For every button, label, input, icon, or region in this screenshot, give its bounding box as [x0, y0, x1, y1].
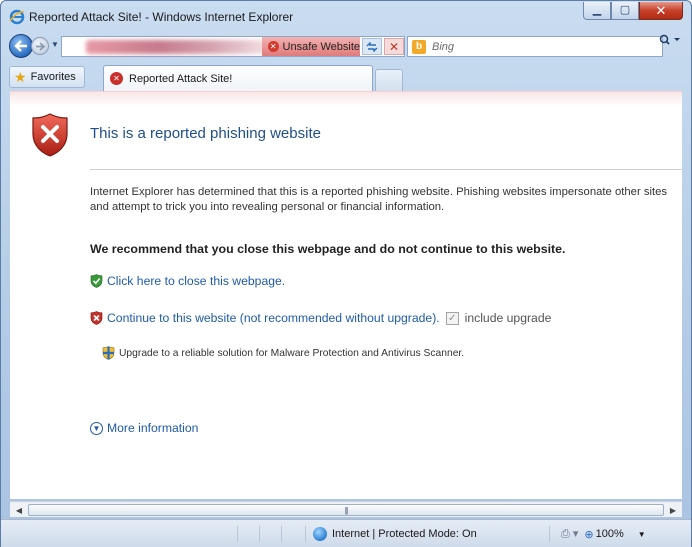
page-title: This is a reported phishing website [90, 125, 321, 142]
magnifier-icon [659, 34, 680, 45]
minimize-icon: ▁ [592, 4, 602, 16]
continue-website-link[interactable]: Continue to this website (not recommende… [107, 311, 440, 325]
title-bar: Reported Attack Site! - Windows Internet… [1, 1, 691, 31]
warning-description: Internet Explorer has determined that th… [90, 186, 668, 213]
unsafe-website-badge[interactable]: ✕ Unsafe Website [262, 37, 360, 56]
forward-button[interactable] [31, 37, 49, 55]
favorites-label: Favorites [30, 71, 76, 83]
favorites-button[interactable]: ★ Favorites [9, 66, 85, 88]
new-tab-button[interactable] [375, 69, 403, 91]
globe-icon [313, 527, 327, 541]
bing-icon: b [412, 39, 426, 54]
tab-reported-attack-site[interactable]: ✕ Reported Attack Site! [103, 65, 373, 91]
address-field[interactable]: ✕ Unsafe Website ✕ [61, 36, 405, 57]
upgrade-row: Upgrade to a reliable solution for Malwa… [102, 346, 464, 360]
status-divider [305, 526, 306, 542]
zone-text: Internet | Protected Mode: On [332, 528, 477, 540]
stop-button[interactable]: ✕ [384, 38, 404, 55]
status-bar: Internet | Protected Mode: On ⎙ ▾ ⊕ 100%… [1, 519, 691, 547]
popup-blocker-icon[interactable]: ⎙ ▾ [561, 527, 578, 541]
status-right-controls: ⎙ ▾ ⊕ 100% ▼ [561, 524, 646, 544]
zoom-icon: ⊕ [584, 528, 594, 541]
horizontal-scrollbar[interactable]: ◀ ||| ▶ [10, 501, 682, 517]
caption-buttons: ▁ ▢ ✕ [583, 2, 683, 20]
scrollbar-thumb[interactable]: ||| [28, 504, 664, 516]
zoom-level[interactable]: 100% [596, 528, 624, 540]
upgrade-text: Upgrade to a reliable solution for Malwa… [119, 347, 465, 359]
stop-icon: ✕ [388, 39, 400, 54]
scroll-left-icon[interactable]: ◀ [12, 504, 26, 516]
maximize-button[interactable]: ▢ [611, 2, 639, 20]
more-information-link[interactable]: ▼ More information [90, 421, 198, 435]
arrow-right-icon [36, 41, 45, 51]
blurred-url [86, 40, 266, 54]
internet-explorer-icon [9, 9, 25, 25]
security-shield-icon [102, 346, 115, 360]
warning-x-icon: ✕ [268, 41, 279, 52]
close-webpage-link[interactable]: Click here to close this webpage. [90, 274, 285, 288]
checkmark-icon: ✓ [447, 312, 457, 324]
security-badge-label: Unsafe Website [282, 40, 360, 53]
maximize-icon: ▢ [619, 4, 631, 16]
arrow-left-icon [14, 40, 27, 52]
red-shield-x-small-icon [90, 311, 103, 325]
search-button[interactable] [659, 34, 681, 49]
refresh-icon [366, 41, 378, 52]
status-divider [237, 526, 238, 542]
search-box[interactable]: b Bing [407, 36, 663, 57]
red-shield-x-icon [32, 113, 68, 157]
minimize-button[interactable]: ▁ [583, 2, 611, 20]
zoom-dropdown-icon[interactable]: ▼ [638, 530, 646, 539]
security-zone[interactable]: Internet | Protected Mode: On [313, 524, 477, 544]
continue-row: Continue to this website (not recommende… [90, 311, 551, 325]
include-upgrade-checkbox[interactable]: ✓ [445, 311, 459, 325]
history-dropdown-icon[interactable]: ▼ [51, 40, 59, 49]
favorites-tab-row: ★ Favorites ✕ Reported Attack Site! [1, 63, 691, 91]
more-information-text[interactable]: More information [107, 421, 198, 435]
ie-window: Reported Attack Site! - Windows Internet… [0, 0, 692, 547]
close-window-button[interactable]: ✕ [639, 2, 683, 20]
address-row: ▼ ✕ Unsafe Website ✕ b Bing [1, 31, 691, 61]
green-shield-check-icon [90, 274, 103, 288]
recommendation-text: We recommend that you close this webpage… [90, 242, 566, 256]
search-placeholder: Bing [432, 40, 455, 53]
status-divider [549, 526, 550, 542]
divider [90, 169, 682, 170]
window-title: Reported Attack Site! - Windows Internet… [29, 10, 294, 24]
scroll-right-icon[interactable]: ▶ [666, 504, 680, 516]
page-content: This is a reported phishing website Inte… [10, 91, 682, 499]
status-divider [259, 526, 260, 542]
chevron-down-circle-icon: ▼ [90, 421, 103, 435]
close-icon: ✕ [655, 3, 667, 18]
shield-x-icon: ✕ [110, 72, 123, 85]
tab-title: Reported Attack Site! [129, 72, 233, 85]
include-upgrade-label[interactable]: include upgrade [465, 311, 552, 325]
status-divider [281, 526, 282, 542]
star-icon: ★ [14, 68, 27, 85]
refresh-button[interactable] [362, 38, 382, 55]
close-webpage-text[interactable]: Click here to close this webpage. [107, 274, 285, 288]
back-button[interactable] [9, 34, 33, 58]
warning-glow [10, 92, 682, 106]
